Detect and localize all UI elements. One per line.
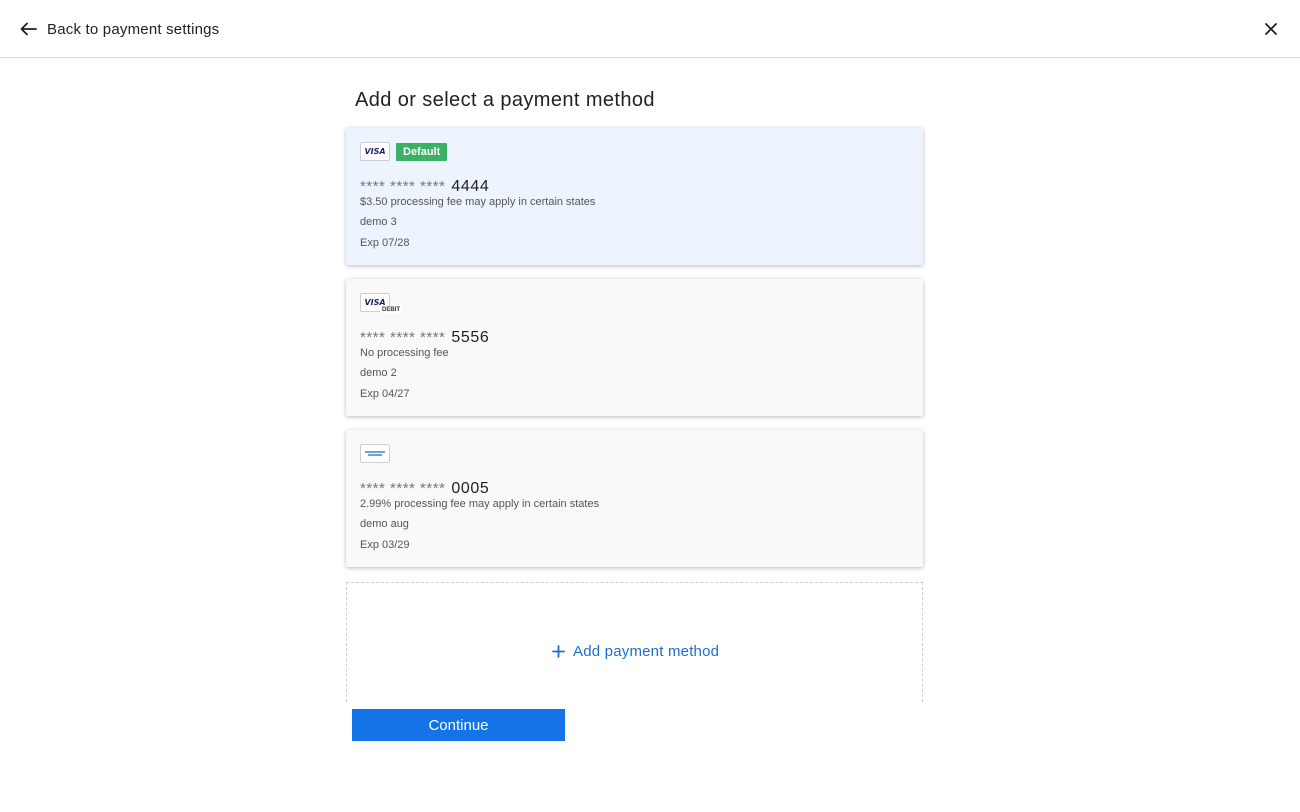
payment-card-0005[interactable]: **** **** **** 0005 2.99% processing fee… bbox=[346, 430, 923, 567]
back-link-label: Back to payment settings bbox=[47, 20, 220, 38]
continue-button[interactable]: Continue bbox=[352, 709, 565, 741]
default-badge: Default bbox=[396, 143, 448, 161]
card-last-four: 4444 bbox=[451, 178, 490, 195]
card-last-four: 0005 bbox=[451, 480, 490, 497]
card-expiry: Exp 07/28 bbox=[360, 237, 410, 249]
processing-fee-note: $3.50 processing fee may apply in certai… bbox=[360, 196, 596, 208]
payment-card-4444[interactable]: VISA Default **** **** **** 4444 $3.50 p… bbox=[346, 128, 923, 265]
card-nickname: demo aug bbox=[360, 518, 409, 530]
card-nickname: demo 3 bbox=[360, 216, 397, 228]
card-number-mask: **** **** **** bbox=[360, 178, 446, 195]
add-payment-method-area[interactable]: Add payment method bbox=[346, 582, 923, 702]
debit-tag: DEBIT bbox=[380, 307, 402, 313]
card-number: **** **** **** 4444 bbox=[360, 178, 489, 196]
add-payment-method-label: Add payment method bbox=[573, 643, 720, 660]
plus-icon bbox=[552, 645, 565, 658]
close-icon[interactable] bbox=[1262, 20, 1280, 38]
top-bar: Back to payment settings bbox=[0, 0, 1300, 58]
processing-fee-note: No processing fee bbox=[360, 347, 449, 359]
payment-card-5556[interactable]: VISA DEBIT **** **** **** 5556 No proces… bbox=[346, 279, 923, 416]
card-expiry: Exp 03/29 bbox=[360, 539, 410, 551]
card-number: **** **** **** 5556 bbox=[360, 329, 489, 347]
add-payment-method-button[interactable]: Add payment method bbox=[552, 643, 719, 660]
card-expiry: Exp 04/27 bbox=[360, 388, 410, 400]
card-number-mask: **** **** **** bbox=[360, 480, 446, 497]
amex-card-icon bbox=[360, 444, 390, 463]
card-brand-label: VISA bbox=[364, 147, 386, 156]
card-brand-label: VISA bbox=[364, 298, 386, 307]
card-nickname: demo 2 bbox=[360, 367, 397, 379]
visa-card-icon: VISA bbox=[360, 142, 390, 161]
card-number: **** **** **** 0005 bbox=[360, 480, 489, 498]
back-to-payment-settings-link[interactable]: Back to payment settings bbox=[20, 18, 219, 40]
processing-fee-note: 2.99% processing fee may apply in certai… bbox=[360, 498, 600, 510]
page-title: Add or select a payment method bbox=[355, 89, 655, 111]
card-last-four: 5556 bbox=[451, 329, 490, 346]
arrow-left-icon bbox=[20, 22, 37, 36]
card-number-mask: **** **** **** bbox=[360, 329, 446, 346]
